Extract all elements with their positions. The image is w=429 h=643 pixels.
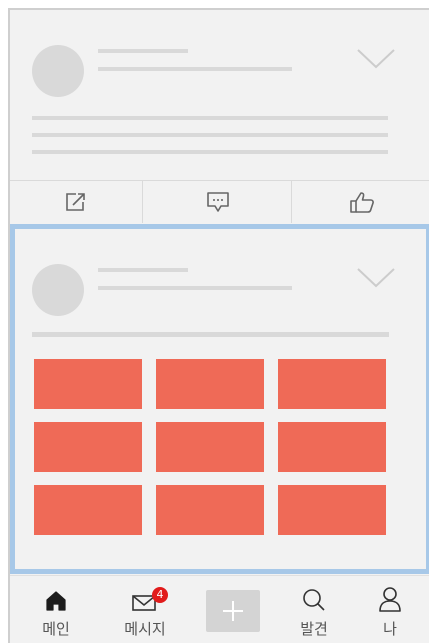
- tab-messages-label: 메시지: [124, 620, 166, 638]
- post-card-selected[interactable]: [10, 224, 429, 574]
- tab-me-label: 나: [383, 620, 397, 638]
- like-icon: [350, 192, 374, 213]
- image-tile[interactable]: [156, 422, 264, 472]
- avatar[interactable]: [32, 264, 84, 316]
- text-line-placeholder: [32, 116, 388, 120]
- image-tile[interactable]: [34, 422, 142, 472]
- home-icon: [46, 591, 66, 611]
- author-name-placeholder: [98, 268, 188, 272]
- user-icon: [379, 587, 401, 612]
- post-time-placeholder: [98, 67, 292, 71]
- image-tile[interactable]: [34, 359, 142, 409]
- avatar[interactable]: [32, 45, 84, 97]
- image-tile[interactable]: [278, 422, 386, 472]
- tab-home-label: 메인: [42, 620, 70, 638]
- search-icon: [303, 589, 325, 611]
- text-line-placeholder: [32, 150, 388, 154]
- image-tile[interactable]: [278, 485, 386, 535]
- text-line-placeholder: [32, 133, 388, 137]
- bottom-tab-bar: 메인 4 메시지 발견 나: [10, 575, 429, 643]
- search-icon-wrap: [302, 582, 326, 612]
- plus-icon: [223, 601, 243, 621]
- tab-discover[interactable]: 발견: [284, 582, 344, 642]
- text-line-placeholder: [32, 332, 389, 337]
- like-button[interactable]: [291, 181, 429, 223]
- chevron-down-icon[interactable]: [356, 267, 396, 289]
- image-tile[interactable]: [34, 485, 142, 535]
- tab-home[interactable]: 메인: [26, 582, 86, 642]
- post-action-bar: [10, 180, 429, 223]
- post-time-placeholder: [98, 286, 292, 290]
- mail-icon-wrap: 4: [131, 582, 168, 612]
- chevron-down-icon[interactable]: [356, 48, 396, 70]
- image-tile[interactable]: [156, 485, 264, 535]
- tab-discover-label: 발견: [300, 620, 328, 638]
- author-name-placeholder: [98, 49, 188, 53]
- comment-icon: [206, 192, 229, 212]
- share-button[interactable]: [10, 181, 142, 223]
- add-post-button[interactable]: [206, 590, 260, 632]
- comment-button[interactable]: [142, 181, 292, 223]
- phone-screen: 메인 4 메시지 발견 나: [8, 8, 429, 643]
- share-icon: [66, 193, 85, 211]
- tab-messages[interactable]: 4 메시지: [115, 582, 175, 642]
- image-tile[interactable]: [156, 359, 264, 409]
- tab-me[interactable]: 나: [360, 582, 420, 642]
- home-icon-wrap: [45, 582, 67, 612]
- post-card[interactable]: [10, 10, 429, 223]
- message-badge: 4: [152, 587, 168, 603]
- user-icon-wrap: [378, 582, 402, 612]
- image-tile[interactable]: [278, 359, 386, 409]
